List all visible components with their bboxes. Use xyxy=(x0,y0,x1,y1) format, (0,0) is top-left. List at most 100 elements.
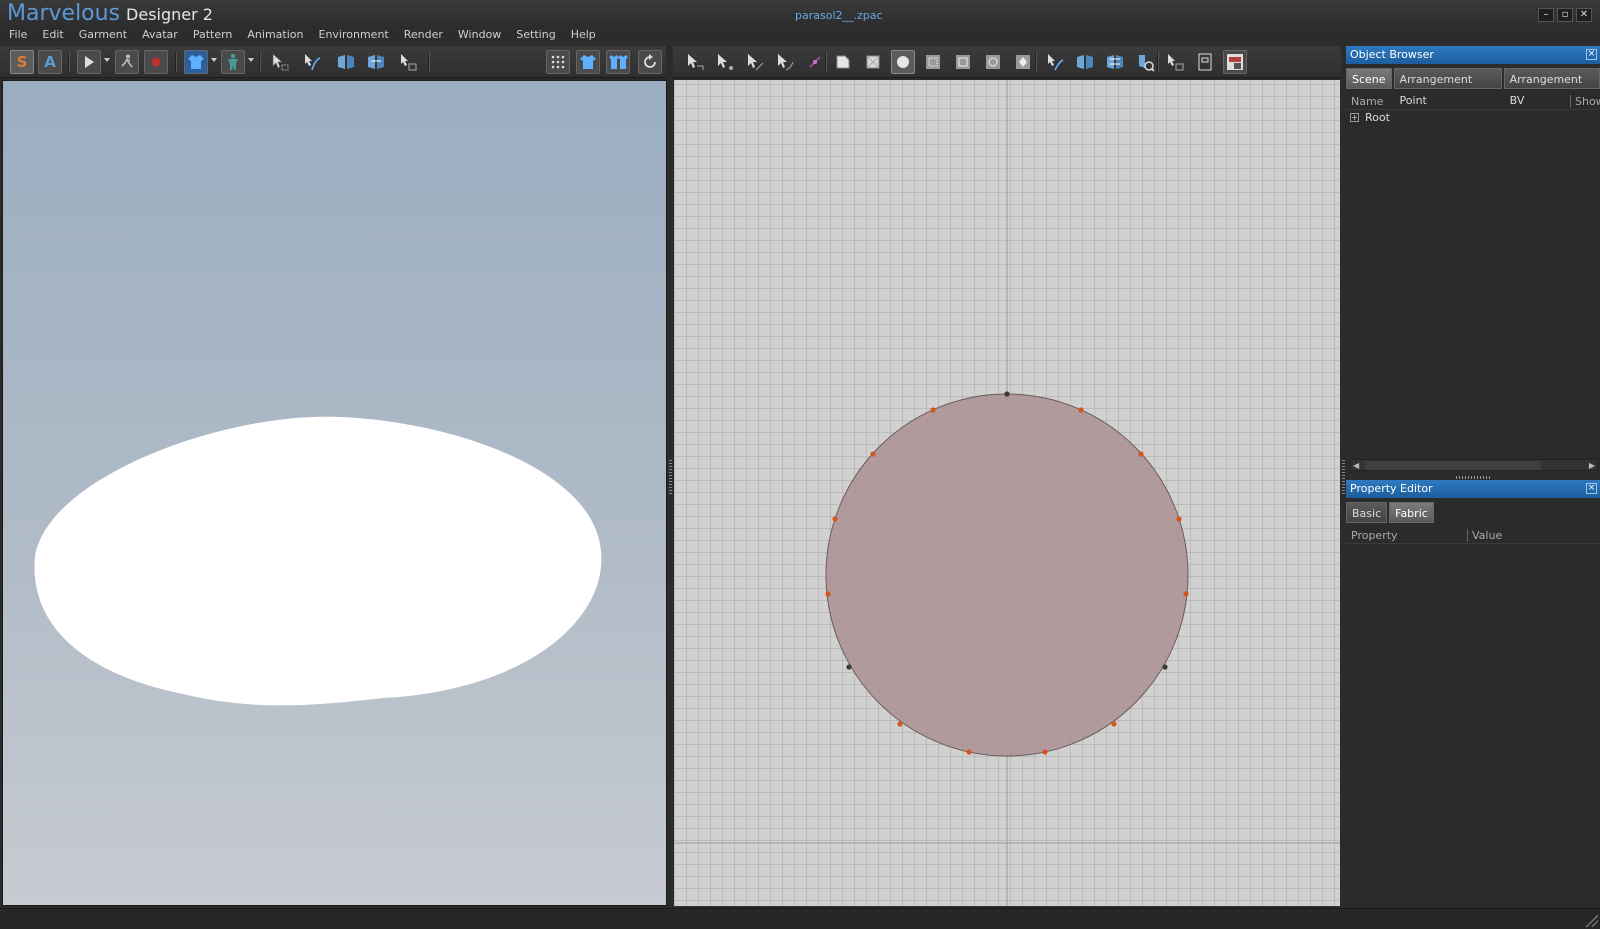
internal-circle-icon[interactable] xyxy=(981,50,1005,74)
app-brand: Marvelous xyxy=(7,1,121,26)
tab-arrangement-bv[interactable]: Arrangement BV xyxy=(1503,68,1600,107)
show-garment-icon[interactable] xyxy=(576,50,600,74)
menu-setting[interactable]: Setting xyxy=(516,27,555,45)
play-dropdown-icon[interactable] xyxy=(104,58,110,62)
pattern-point[interactable] xyxy=(1176,516,1182,522)
pattern-point[interactable] xyxy=(846,664,852,670)
menu-avatar[interactable]: Avatar xyxy=(142,27,178,45)
tab-basic[interactable]: Basic xyxy=(1346,502,1388,523)
pattern-point[interactable] xyxy=(1042,749,1048,755)
pattern-point[interactable] xyxy=(1004,391,1010,397)
tree-item-root[interactable]: + Root xyxy=(1350,111,1390,124)
column-property[interactable]: Property xyxy=(1351,527,1398,544)
check-sewing-icon[interactable] xyxy=(1133,50,1157,74)
minimize-button[interactable]: – xyxy=(1538,8,1554,22)
menu-garment[interactable]: Garment xyxy=(79,27,127,45)
tack-icon[interactable] xyxy=(334,50,358,74)
tree-item-label: Root xyxy=(1365,111,1390,124)
animation-mode-button[interactable]: A xyxy=(38,50,62,74)
window-resize-grip[interactable] xyxy=(1584,913,1598,927)
menu-edit[interactable]: Edit xyxy=(42,27,63,45)
viewport-splitter[interactable] xyxy=(668,80,673,906)
internal-rectangle-icon[interactable] xyxy=(951,50,975,74)
pattern-point[interactable] xyxy=(1183,591,1189,597)
scrollbar-thumb[interactable] xyxy=(1365,461,1541,470)
pattern-point[interactable] xyxy=(897,721,903,727)
garment-dropdown-icon[interactable] xyxy=(211,58,217,62)
pattern-point[interactable] xyxy=(1111,721,1117,727)
title-bar: Marvelous Designer 2 parasol2__.zpac – ▫… xyxy=(0,0,1600,28)
curve-point-icon[interactable] xyxy=(803,50,827,74)
menu-render[interactable]: Render xyxy=(404,27,443,45)
play-icon[interactable] xyxy=(77,50,101,74)
menu-file[interactable]: File xyxy=(9,27,27,45)
parasol-3d-mesh[interactable] xyxy=(34,416,602,706)
show-all-icon[interactable] xyxy=(606,50,630,74)
menu-window[interactable]: Window xyxy=(458,27,501,45)
column-value[interactable]: Value xyxy=(1472,527,1502,544)
close-button[interactable]: ✕ xyxy=(1576,8,1592,22)
close-icon[interactable]: × xyxy=(1586,49,1597,60)
restore-button[interactable]: ▫ xyxy=(1557,8,1573,22)
column-divider[interactable] xyxy=(1467,529,1468,542)
menu-environment[interactable]: Environment xyxy=(319,27,389,45)
pattern-point[interactable] xyxy=(1162,664,1168,670)
toolbar-separator xyxy=(825,52,827,72)
pin-box-icon[interactable] xyxy=(396,50,420,74)
text-icon[interactable] xyxy=(1193,50,1217,74)
segment-sewing-icon[interactable] xyxy=(1043,50,1067,74)
scroll-left-icon[interactable]: ◀ xyxy=(1353,460,1359,471)
scroll-right-icon[interactable]: ▶ xyxy=(1589,460,1595,471)
panel-resize-grip[interactable] xyxy=(1456,476,1490,479)
dart-icon[interactable] xyxy=(1011,50,1035,74)
column-divider[interactable] xyxy=(1570,95,1571,108)
pattern-point[interactable] xyxy=(1078,407,1084,413)
internal-polygon-icon[interactable] xyxy=(921,50,945,74)
horizontal-scrollbar[interactable]: ◀ ▶ xyxy=(1350,459,1598,471)
select-mesh-icon[interactable] xyxy=(268,50,292,74)
pattern-point[interactable] xyxy=(1138,451,1144,457)
viewport-2d[interactable] xyxy=(674,80,1340,906)
reset-icon[interactable] xyxy=(638,50,662,74)
record-icon[interactable] xyxy=(144,50,168,74)
arrange-icon[interactable] xyxy=(1163,50,1187,74)
circle-pattern[interactable] xyxy=(825,393,1189,757)
pattern-point[interactable] xyxy=(870,451,876,457)
pattern-point[interactable] xyxy=(930,407,936,413)
simulation-mode-button[interactable]: S xyxy=(10,50,34,74)
avatar-dropdown-icon[interactable] xyxy=(248,58,254,62)
polygon-icon[interactable] xyxy=(831,50,855,74)
menu-animation[interactable]: Animation xyxy=(247,27,303,45)
tab-arrangement-point[interactable]: Arrangement Point xyxy=(1393,68,1502,107)
pattern-point[interactable] xyxy=(825,591,831,597)
avatar-icon[interactable] xyxy=(221,50,245,74)
free-sewing-icon[interactable] xyxy=(1073,50,1097,74)
column-name[interactable]: Name xyxy=(1351,93,1383,110)
menu-pattern[interactable]: Pattern xyxy=(193,27,233,45)
rectangle-icon[interactable] xyxy=(861,50,885,74)
expand-icon[interactable]: + xyxy=(1350,113,1359,122)
menu-help[interactable]: Help xyxy=(571,27,596,45)
column-show[interactable]: Show xyxy=(1575,93,1600,110)
edit-point-icon[interactable] xyxy=(713,50,737,74)
fabric-texture-icon[interactable] xyxy=(1223,50,1247,74)
tab-scene[interactable]: Scene xyxy=(1346,68,1392,89)
circle-icon[interactable] xyxy=(891,50,915,74)
walk-icon[interactable] xyxy=(115,50,139,74)
edit-curve-icon[interactable] xyxy=(773,50,797,74)
multi-sewing-icon[interactable] xyxy=(1103,50,1127,74)
close-icon[interactable]: × xyxy=(1586,483,1597,494)
app-title: Marvelous Designer 2 xyxy=(7,1,213,27)
pattern-point[interactable] xyxy=(966,749,972,755)
tab-fabric[interactable]: Fabric xyxy=(1389,502,1434,523)
toolbar-separator xyxy=(175,52,177,72)
dock-splitter-grip[interactable] xyxy=(1342,460,1345,494)
garment-icon[interactable] xyxy=(184,50,208,74)
fold-icon[interactable] xyxy=(300,50,324,74)
pattern-point[interactable] xyxy=(832,516,838,522)
tack-multi-icon[interactable] xyxy=(364,50,388,74)
edit-pattern-icon[interactable] xyxy=(683,50,707,74)
viewport-3d[interactable] xyxy=(2,80,667,906)
add-point-icon[interactable] xyxy=(743,50,767,74)
particle-distance-icon[interactable] xyxy=(546,50,570,74)
